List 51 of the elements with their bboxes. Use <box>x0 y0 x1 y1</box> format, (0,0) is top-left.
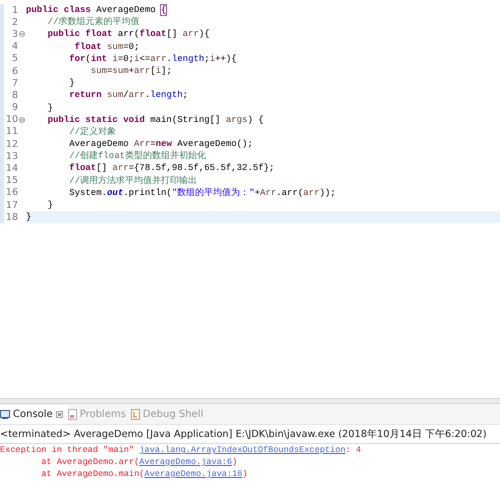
code-line: //调用方法求平均值并打印输出 <box>68 174 198 187</box>
stack-link[interactable]: AverageDemo.java:6 <box>139 457 232 467</box>
code-line: for(int i=0;i<=arr.length;i++){ <box>68 52 238 65</box>
line-number: 6 <box>10 66 18 77</box>
line-number: 15 <box>4 175 18 186</box>
line-number: 8 <box>10 90 18 101</box>
code-line: return sum/arr.length; <box>68 89 190 102</box>
close-icon[interactable] <box>56 410 63 418</box>
line-number: 9 <box>10 102 18 114</box>
console-tab[interactable]: Debug Shell <box>130 404 208 424</box>
code-line: AverageDemo Arr=new AverageDemo(); <box>68 138 254 150</box>
code-line: public float arr(float[] arr){ <box>46 28 211 41</box>
code-line: } <box>46 199 54 212</box>
line-number: 10 <box>4 114 18 126</box>
code-line: //求数组元素的平均值 <box>46 16 140 28</box>
fold-icon[interactable] <box>19 31 25 38</box>
code-line: float sum=0; <box>74 40 140 53</box>
line-number: 1 <box>10 4 18 16</box>
console-header: <terminated> AverageDemo [Java Application] E:\JDK\bin\javaw.exe (2018年10月14日 下午6:20:02) <box>0 425 500 444</box>
line-number: 5 <box>10 53 18 64</box>
code-line: public static void main(String[] args) { <box>46 114 265 126</box>
stack-link[interactable]: AverageDemo.java:16 <box>144 469 242 479</box>
code-line: float[] arr={78.5f,98.5f,65.5f,32.5f}; <box>68 162 276 175</box>
line-number: 11 <box>4 126 18 138</box>
line-number: 17 <box>4 200 18 211</box>
problems-icon <box>68 408 77 420</box>
code-line: System.out.println("数组的平均值为："+Arr.arr(arr)); <box>68 186 337 200</box>
console-icon <box>0 410 10 418</box>
code-line: //定义对象 <box>68 126 118 138</box>
code-line: public class AverageDemo { <box>26 4 168 16</box>
error-line: Exception in thread "main" java.lang.ArrayIndexOutOfBoundsException: 4 <box>0 444 362 456</box>
line-number: 13 <box>4 150 18 162</box>
line-number: 3 <box>10 28 18 40</box>
line-number: 12 <box>4 138 18 150</box>
console-tab[interactable]: Problems <box>68 404 131 424</box>
code-line: } <box>68 77 76 90</box>
code-line: //创建float类型的数组并初始化 <box>68 150 208 162</box>
line-number: 4 <box>10 41 18 52</box>
code-line: } <box>46 102 54 114</box>
stack-link[interactable]: java.lang.ArrayIndexOutOfBoundsException <box>139 445 346 455</box>
code-line: sum=sum+arr[i]; <box>90 64 173 78</box>
line-number: 7 <box>10 78 18 89</box>
debug-shell-icon <box>130 408 140 420</box>
fold-icon[interactable] <box>19 116 25 123</box>
console-tab[interactable]: Console <box>0 404 68 424</box>
error-line: at AverageDemo.arr(AverageDemo.java:6) <box>40 456 238 468</box>
line-number: 2 <box>10 16 18 28</box>
line-number: 14 <box>4 163 18 174</box>
line-number: 18 <box>4 212 18 223</box>
error-line: at AverageDemo.main(AverageDemo.java:16) <box>40 468 249 480</box>
line-number: 16 <box>4 187 18 198</box>
